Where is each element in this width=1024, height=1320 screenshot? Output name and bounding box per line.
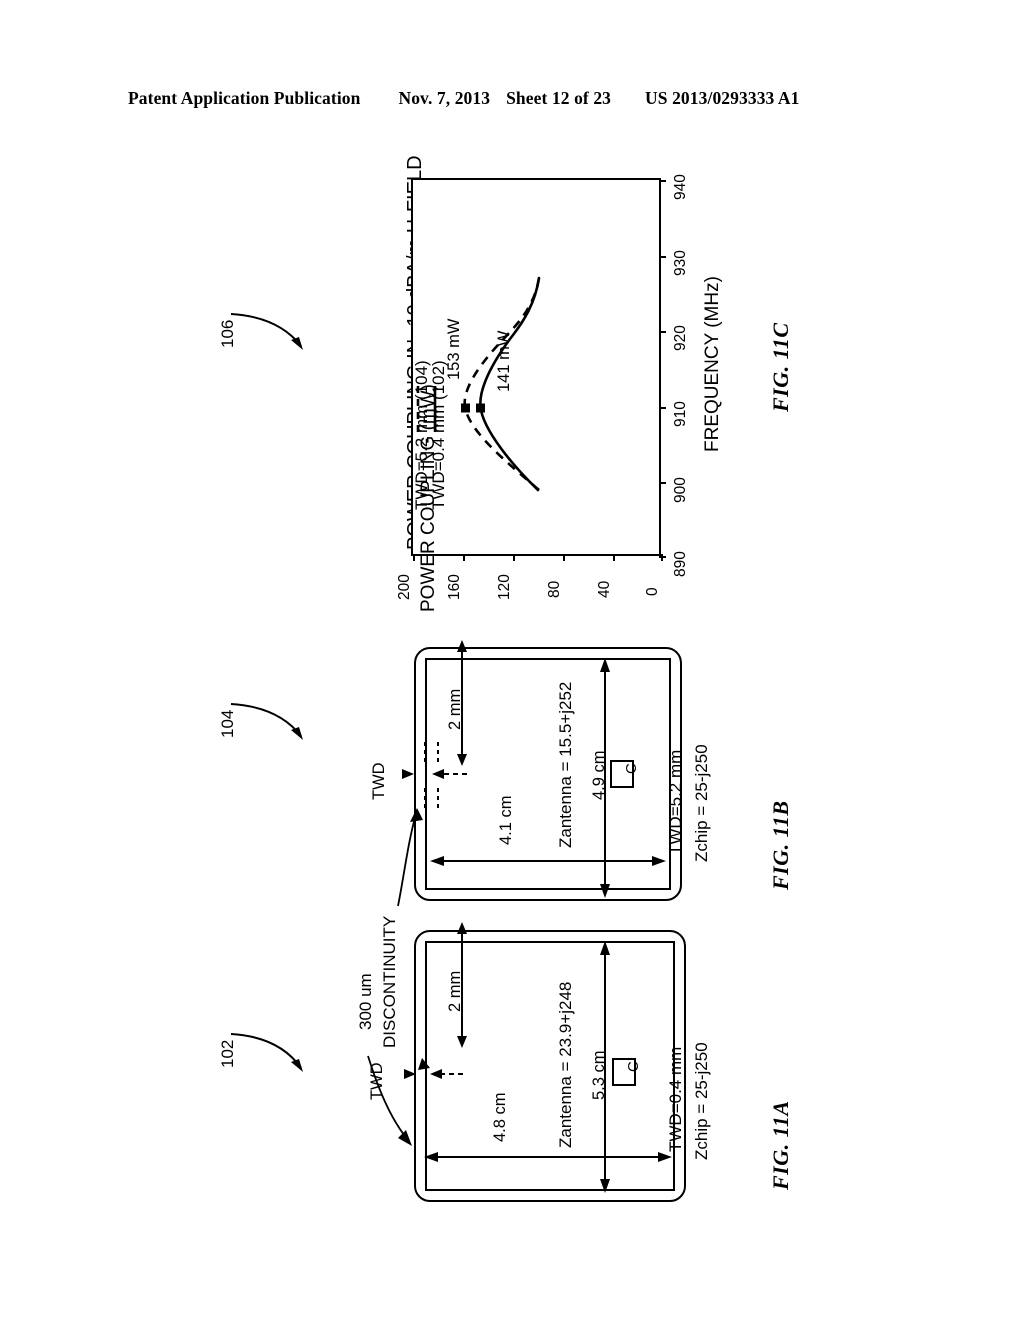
width-dim-arrow-11a [424,1152,672,1162]
chip-capacitor-label-11a: C [624,1060,642,1072]
z-chip-11a: Zchip = 25-j250 [692,1042,711,1160]
figure-label-11a: FIG. 11A [768,1100,793,1190]
chip-capacitor-11a: C [612,1058,642,1086]
twd-spec-11a: TWD=0.4 mm [666,1046,685,1152]
twd-gap-marker-11a [404,1058,463,1079]
z-antenna-11a: Zantenna = 23.9+j248 [556,981,575,1148]
figure-11a: 102 C TWD 2 mm 4.8 cm 5.3 cm Zantenna = … [0,0,1024,1320]
width-dimension-11a: 4.8 cm [491,1092,509,1142]
twd-label-11a: TWD [368,1062,386,1100]
gap-dimension-11a: 2 mm [446,970,464,1012]
height-dimension-11a: 5.3 cm [590,1050,608,1100]
leader-arrow-102 [230,1033,303,1072]
